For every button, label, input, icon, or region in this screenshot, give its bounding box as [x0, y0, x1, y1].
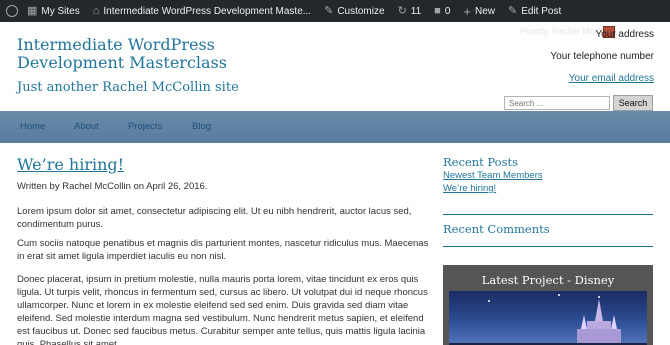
- customize-link[interactable]: ✎ Customize: [318, 0, 391, 22]
- updates-icon: ↻: [397, 4, 407, 17]
- contact-address: Your address: [595, 29, 654, 40]
- wordpress-logo-button[interactable]: [0, 0, 25, 22]
- site-description: Just another Rachel McCollin site: [17, 80, 239, 95]
- wordpress-icon: [6, 5, 18, 17]
- post-paragraph: Cum sociis natoque penatibus et magnis d…: [17, 238, 429, 262]
- my-sites-label: My Sites: [41, 5, 80, 17]
- search-button[interactable]: Search: [613, 95, 653, 111]
- new-content-menu[interactable]: + New: [457, 0, 502, 22]
- recent-post-link[interactable]: We’re hiring!: [443, 183, 496, 194]
- site-name-label: Intermediate WordPress Development Maste…: [103, 5, 312, 17]
- widget-title: Latest Project - Disney: [481, 273, 615, 287]
- contact-email-link[interactable]: Your email address: [569, 73, 654, 84]
- home-icon: ⌂: [92, 4, 100, 17]
- nav-item-about[interactable]: About: [74, 121, 99, 132]
- pencil-icon: ✎: [508, 4, 518, 17]
- brush-icon: ✎: [324, 4, 334, 17]
- search-input[interactable]: [504, 96, 610, 110]
- post-title-link[interactable]: We’re hiring!: [17, 155, 124, 174]
- plus-icon: +: [463, 3, 471, 19]
- site-name-menu[interactable]: ⌂ Intermediate WordPress Development Mas…: [87, 0, 318, 22]
- castle-illustration: [449, 294, 647, 345]
- disney-castle-image[interactable]: [449, 291, 647, 345]
- edit-post-link[interactable]: ✎ Edit Post: [502, 0, 568, 22]
- edit-post-label: Edit Post: [521, 5, 562, 17]
- my-sites-menu[interactable]: ▦ My Sites: [25, 0, 87, 22]
- contact-phone: Your telephone number: [550, 51, 654, 62]
- comment-icon: ■: [434, 4, 441, 17]
- recent-post-link[interactable]: Newest Team Members: [443, 170, 543, 181]
- nav-item-projects[interactable]: Projects: [128, 121, 162, 132]
- updates-count: 11: [410, 5, 422, 17]
- sidebar-divider: [443, 214, 653, 215]
- recent-posts-heading: Recent Posts: [443, 155, 519, 169]
- post-paragraph: Lorem ipsum dolor sit amet, consectetur …: [17, 206, 412, 230]
- sidebar-divider: [443, 246, 653, 247]
- new-label: New: [474, 5, 495, 17]
- updates-link[interactable]: ↻ 11: [392, 0, 429, 22]
- recent-comments-heading: Recent Comments: [443, 222, 550, 236]
- main-navigation: Home About Projects Blog: [0, 111, 670, 143]
- customize-label: Customize: [337, 5, 385, 17]
- sites-icon: ▦: [27, 4, 38, 17]
- nav-item-blog[interactable]: Blog: [192, 121, 211, 132]
- post-byline: Written by Rachel McCollin on April 26, …: [17, 181, 208, 192]
- admin-bar: ▦ My Sites ⌂ Intermediate WordPress Deve…: [0, 0, 670, 22]
- comments-link[interactable]: ■ 0: [428, 0, 457, 22]
- site-title[interactable]: Intermediate WordPress Development Maste…: [17, 36, 327, 72]
- nav-item-home[interactable]: Home: [20, 121, 45, 132]
- post-paragraph: Donec placerat, ipsum in pretium molesti…: [17, 274, 428, 345]
- latest-project-widget: Latest Project - Disney: [443, 265, 653, 345]
- comments-count: 0: [444, 5, 451, 17]
